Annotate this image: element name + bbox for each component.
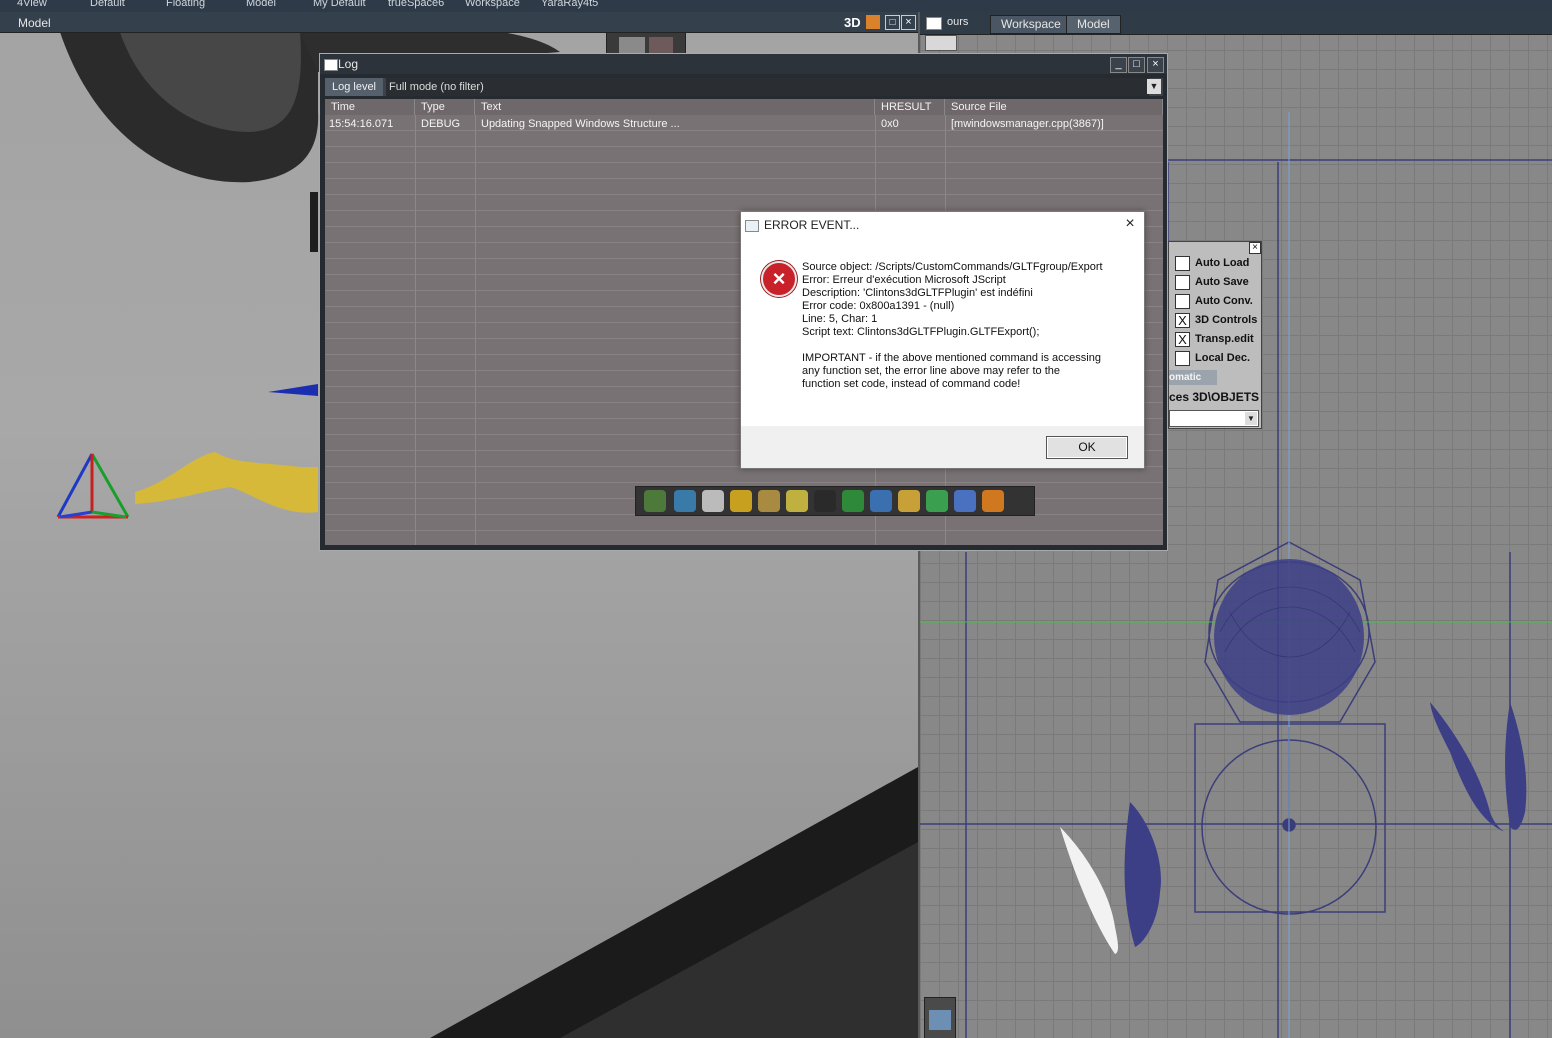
error-line: Error: Erreur d'exécution Microsoft JScr… — [802, 274, 1006, 286]
cell-type: DEBUG — [421, 118, 461, 130]
lock-icon[interactable] — [898, 490, 920, 512]
important-line: IMPORTANT - if the above mentioned comma… — [802, 352, 1101, 364]
error-line: Line: 5, Char: 1 — [802, 313, 878, 325]
column-divider — [475, 115, 476, 545]
error-line: Script text: Clintons3dGLTFPlugin.GLTFEx… — [802, 326, 1040, 338]
column-header-hresult[interactable]: HRESULT — [875, 99, 945, 115]
right-viewport-tab-model[interactable]: Model — [1066, 15, 1121, 34]
cell-source-file: [mwindowsmanager.cpp(3867)] — [951, 118, 1104, 130]
checkbox-auto-load[interactable] — [1175, 256, 1190, 271]
view-mode-label: 3D — [844, 15, 861, 30]
close-icon[interactable]: × — [1119, 214, 1141, 234]
tools-icon[interactable] — [702, 490, 724, 512]
cell-hresult: 0x0 — [881, 118, 899, 130]
error-line: Error code: 0x800a1391 - (null) — [802, 300, 955, 312]
option-label: Transp.edit — [1195, 333, 1254, 345]
right-viewport-tab-workspace[interactable]: Workspace — [990, 15, 1072, 34]
checkbox-auto-conv[interactable] — [1175, 294, 1190, 309]
workspace-tab-4view[interactable]: 4View — [17, 0, 47, 9]
workspace-tab-truespace6[interactable]: trueSpace6 — [388, 0, 444, 9]
error-icon: × — [761, 261, 797, 297]
error-dialog-title: ERROR EVENT... — [764, 218, 860, 232]
right-viewport-tab-ours[interactable]: ours — [947, 16, 968, 28]
render-icon[interactable] — [929, 1010, 951, 1030]
layers-icon[interactable] — [954, 490, 976, 512]
option-label: Auto Load — [1195, 257, 1250, 269]
window-icon — [324, 59, 338, 71]
dropdown-arrow-icon[interactable]: ▼ — [1147, 79, 1161, 94]
tex-icon[interactable] — [786, 490, 808, 512]
column-header-text[interactable]: Text — [475, 99, 875, 115]
workspace-tab-default[interactable]: Default — [90, 0, 125, 9]
maximize-icon[interactable]: □ — [885, 15, 900, 30]
option-label: Auto Save — [1195, 276, 1249, 288]
important-line: function set code, instead of command co… — [802, 378, 1021, 390]
ok-button[interactable]: OK — [1046, 436, 1128, 459]
link-icon[interactable] — [758, 490, 780, 512]
minimize-icon[interactable]: _ — [1110, 57, 1127, 73]
log-level-select[interactable]: Full mode (no filter) — [386, 78, 1149, 96]
automatic-button[interactable]: omatic — [1169, 370, 1217, 385]
checkbox-3d-controls[interactable]: X — [1175, 313, 1190, 328]
window-icon — [745, 220, 759, 232]
column-divider — [415, 115, 416, 545]
workspace-tab-model[interactable]: Model — [246, 0, 276, 9]
important-line: any function set, the error line above m… — [802, 365, 1061, 377]
window-icon — [926, 17, 942, 30]
column-header-time[interactable]: Time — [325, 99, 415, 115]
left-viewport-header: Model 3D □ × — [0, 12, 918, 33]
checkbox-auto-save[interactable] — [1175, 275, 1190, 290]
checkbox-transp-edit[interactable]: X — [1175, 332, 1190, 347]
left-viewport-title: Model — [18, 16, 51, 30]
column-header-source-file[interactable]: Source File — [945, 99, 1163, 115]
workspace-tab-workspace[interactable]: Workspace — [465, 0, 520, 9]
swatch-icon[interactable] — [925, 35, 957, 51]
gltf-icon[interactable] — [644, 490, 666, 512]
palette-icon[interactable] — [866, 15, 880, 29]
option-label: 3D Controls — [1195, 314, 1258, 326]
workspace-tab-strip: 4View Default Floating Model My Default … — [0, 0, 1552, 12]
maximize-icon[interactable]: □ — [1128, 57, 1145, 73]
option-label: Auto Conv. — [1195, 295, 1253, 307]
options-panel: × Auto Load Auto Save Auto Conv. X 3D Co… — [1168, 241, 1262, 429]
close-icon[interactable]: × — [901, 15, 916, 30]
log-window-titlebar[interactable]: Log _ □ × — [320, 54, 1167, 74]
workspace-tab-my-default[interactable]: My Default — [313, 0, 366, 9]
path-dropdown[interactable]: ▼ — [1169, 410, 1259, 427]
path-label: ces 3D\OBJETS — [1169, 390, 1260, 404]
cell-time: 15:54:16.071 — [329, 118, 394, 130]
plugin-p-icon[interactable] — [842, 490, 864, 512]
plugin-toolbar — [635, 486, 1035, 516]
column-header-type[interactable]: Type — [415, 99, 475, 115]
error-dialog-footer: OK — [741, 426, 1144, 468]
book-icon[interactable] — [870, 490, 892, 512]
fish-icon[interactable] — [674, 490, 696, 512]
workspace-tab-yararay[interactable]: YaraRay4t5 — [541, 0, 598, 9]
error-message: Source object: /Scripts/CustomCommands/G… — [802, 261, 1132, 391]
error-line: Source object: /Scripts/CustomCommands/G… — [802, 261, 1103, 273]
workspace-tab-floating[interactable]: Floating — [166, 0, 205, 9]
3d-icon[interactable] — [982, 490, 1004, 512]
option-label: Local Dec. — [1195, 352, 1251, 364]
curve-icon[interactable] — [814, 490, 836, 512]
cell-text: Updating Snapped Windows Structure ... — [481, 118, 680, 130]
checkbox-local-dec[interactable] — [1175, 351, 1190, 366]
error-line: Description: 'Clintons3dGLTFPlugin' est … — [802, 287, 1033, 299]
spheres-icon[interactable] — [730, 490, 752, 512]
small-tool-panel[interactable] — [924, 997, 956, 1038]
close-icon[interactable]: × — [1147, 57, 1164, 73]
log-level-label: Log level — [325, 78, 383, 96]
target-icon[interactable] — [926, 490, 948, 512]
transform-gizmo — [56, 453, 130, 519]
error-dialog: ERROR EVENT... × × Source object: /Scrip… — [740, 211, 1145, 469]
dropdown-arrow-icon[interactable]: ▼ — [1245, 412, 1257, 425]
log-window-title: Log — [338, 57, 359, 71]
right-viewport-header: ours Workspace Model — [920, 12, 1552, 35]
log-level-bar: Log level Full mode (no filter) ▼ — [325, 78, 1163, 96]
close-icon[interactable]: × — [1249, 242, 1261, 254]
